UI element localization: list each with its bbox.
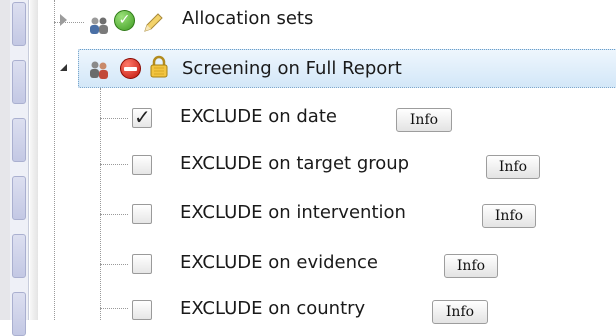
tree-line [100,308,128,309]
tree-line [100,118,128,119]
tree-line [100,264,128,265]
tree-item-label[interactable]: Allocation sets [182,8,313,30]
exclude-country-checkbox[interactable] [132,300,152,320]
tree-line [54,0,55,320]
people-icon [90,17,108,34]
tree-item-label[interactable]: Screening on Full Report [182,58,402,80]
exclude-date-checkbox[interactable]: ✓ [132,105,152,129]
tree-line [100,88,101,320]
no-entry-icon [120,58,141,79]
pencil-icon [144,13,163,32]
expand-arrow-icon[interactable] [60,14,67,26]
criteria-label: EXCLUDE on target group [180,153,410,174]
info-button[interactable]: Info [396,108,452,132]
criteria-label: EXCLUDE on intervention [180,202,406,223]
check-circle-icon: ✓ [114,10,135,31]
rail-segment [12,2,26,46]
panel-splitter[interactable] [30,0,38,320]
rail-segment [12,176,26,220]
left-scroll-rail[interactable] [10,0,29,336]
info-button[interactable]: Info [486,155,540,179]
rail-segment [12,292,26,336]
info-button[interactable]: Info [432,300,488,324]
rail-segment [12,118,26,162]
people-icon [90,61,108,79]
info-button[interactable]: Info [482,204,536,228]
exclude-target-group-checkbox[interactable] [132,155,152,175]
tree-line [100,214,128,215]
exclude-intervention-checkbox[interactable] [132,204,152,224]
rail-segment [12,234,26,278]
criteria-label: EXCLUDE on evidence [180,252,378,273]
lock-icon [150,55,168,78]
checkmark-icon: ✓ [134,105,151,129]
tree-line [54,22,84,23]
criteria-label: EXCLUDE on country [180,298,366,319]
rail-segment [12,60,26,104]
info-button[interactable]: Info [444,254,498,278]
collapse-arrow-icon[interactable] [60,64,67,71]
exclude-evidence-checkbox[interactable] [132,254,152,274]
criteria-label: EXCLUDE on date [180,106,337,127]
tree-line [100,164,128,165]
